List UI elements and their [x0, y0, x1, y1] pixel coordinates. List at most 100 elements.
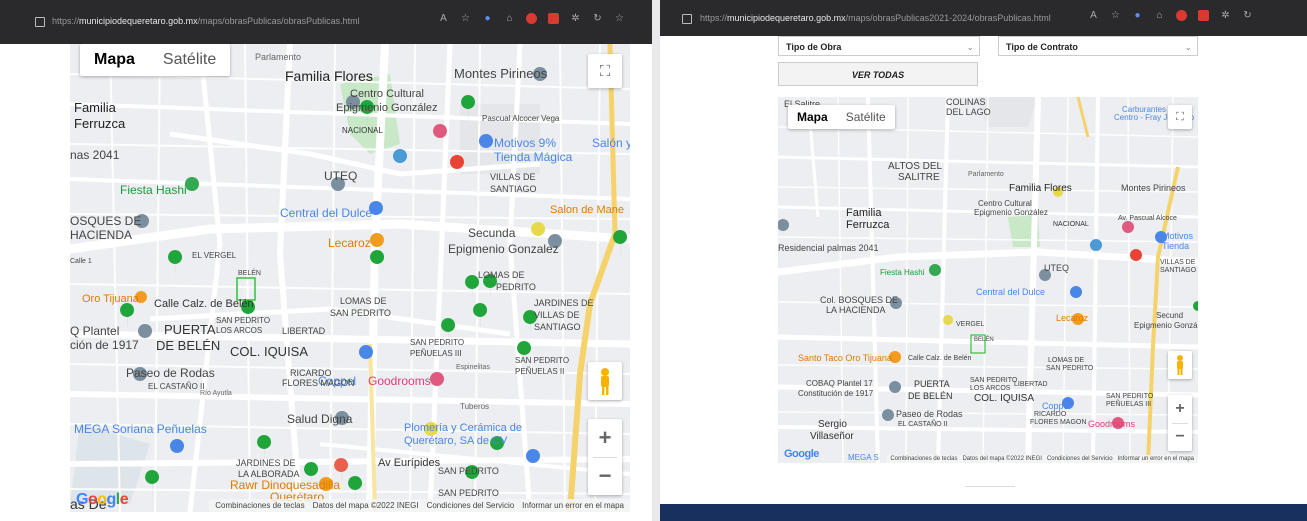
map-label: Q Plantel [70, 324, 120, 338]
report-error-link[interactable]: Informar un error en el mapa [1118, 456, 1194, 462]
left-map-type-control: Mapa Satélite [80, 44, 231, 76]
favorite-icon[interactable]: ☆ [1110, 10, 1121, 21]
zoom-in-button[interactable]: + [1168, 395, 1192, 423]
puzzle-icon[interactable]: ✲ [570, 13, 581, 24]
map-label: SAN PEDRITO [438, 466, 499, 476]
map-label: COLINAS [946, 97, 986, 107]
lock-icon [682, 14, 692, 24]
favorite-icon[interactable]: ☆ [460, 13, 471, 24]
left-extension-icons: A ☆ ● ⌂ ✲ ↻ ☆ [438, 13, 625, 24]
terms-link[interactable]: Condiciones del Servicio [1047, 456, 1113, 462]
street-view-pegman[interactable] [1168, 351, 1192, 379]
zoom-out-button[interactable]: − [1168, 423, 1192, 451]
bell-icon[interactable]: ⌂ [504, 13, 515, 24]
map-label: Tuberos [460, 402, 490, 411]
map-label: Fiesta Hashi [880, 268, 925, 277]
left-map[interactable]: Parlamento Familia Flores Montes Pirineos F… [70, 44, 630, 512]
page-footer-bar [660, 504, 1307, 521]
pegman-icon [601, 368, 609, 395]
map-label: Parlamento [968, 171, 1004, 178]
map-label: Parlamento [255, 52, 302, 62]
collections-icon[interactable]: ☆ [614, 13, 625, 24]
map-data-text: Datos del mapa ©2022 INEGI [312, 501, 419, 510]
refresh-icon[interactable]: ↻ [592, 13, 603, 24]
tipo-de-contrato-select[interactable]: Tipo de Contrato ⌄ [998, 36, 1198, 56]
left-url[interactable]: https://municipiodequeretaro.gob.mx/maps… [52, 16, 360, 26]
map-label: PUERTA [914, 379, 950, 389]
chevron-down-icon: ⌄ [966, 42, 974, 52]
map-label: OSQUES DE [70, 214, 142, 228]
extension-redsq-icon[interactable] [548, 13, 559, 24]
read-aloud-icon[interactable]: A [1088, 10, 1099, 21]
fullscreen-button[interactable]: ⛶ [1168, 105, 1192, 129]
keyboard-shortcuts-link[interactable]: Combinaciones de teclas [215, 501, 304, 510]
map-type-satellite-button[interactable]: Satélite [837, 105, 895, 129]
map-label: VERGEL [956, 321, 985, 328]
map-label: SAN PEDRITO [970, 377, 1018, 384]
left-browser-window: https://municipiodequeretaro.gob.mx/maps… [0, 0, 652, 521]
map-label: SAN PEDRITO [410, 338, 465, 347]
right-map-footer: Combinaciones de teclas Datos del mapa ©… [886, 455, 1198, 463]
zoom-control: + − [588, 419, 622, 495]
map-label: Familia [74, 100, 116, 115]
map-label: EL CASTAÑO II [148, 382, 205, 391]
zoom-control: + − [1168, 395, 1192, 451]
map-label: LOMAS DE [1048, 357, 1085, 364]
map-label: DE BELÉN [156, 338, 221, 353]
extension-red-icon[interactable] [526, 13, 537, 24]
google-logo: Google [76, 491, 129, 508]
fullscreen-icon: ⛶ [599, 62, 611, 80]
extension-blue-icon[interactable]: ● [1132, 10, 1143, 21]
right-url[interactable]: https://municipiodequeretaro.gob.mx/maps… [700, 13, 1051, 23]
map-label: BELÉN [238, 270, 261, 277]
map-label: RICARDO [290, 368, 332, 378]
map-label: FLORES MAGON [1030, 419, 1087, 426]
map-label: LIBERTAD [282, 326, 326, 336]
extension-redsq-icon[interactable] [1198, 10, 1209, 21]
map-label: Lecaroz [328, 236, 371, 250]
extension-blue-icon[interactable]: ● [482, 13, 493, 24]
separator-line [965, 486, 1015, 487]
fullscreen-button[interactable]: ⛶ [588, 54, 622, 88]
map-label: Plomería y Cerámica de [404, 422, 522, 434]
map-label: Tienda Mágica [494, 150, 573, 164]
refresh-icon[interactable]: ↻ [1242, 10, 1253, 21]
zoom-separator [593, 457, 617, 458]
zoom-out-button[interactable]: − [588, 457, 622, 495]
map-label: LOMAS DE [340, 296, 387, 306]
map-label: Río Ayutla [200, 390, 232, 397]
map-label: Epigmenio Gonzál [1134, 321, 1198, 330]
map-label: Paseo de Rodas [126, 366, 215, 380]
keyboard-shortcuts-link[interactable]: Combinaciones de teclas [890, 456, 957, 462]
map-label: Familia Flores [285, 68, 373, 84]
puzzle-icon[interactable]: ✲ [1220, 10, 1231, 21]
right-map[interactable]: El Salitre COLINAS DEL LAGO Carburantes del… [778, 97, 1198, 463]
map-label: Salud Digna [287, 412, 353, 426]
ver-todas-button[interactable]: VER TODAS [778, 62, 978, 86]
map-label: FLORES MAGON [282, 378, 355, 388]
map-label: Oro Tijuana [82, 293, 139, 305]
map-label: Residencial palmas 2041 [778, 243, 879, 253]
street-view-pegman[interactable] [588, 362, 622, 400]
terms-link[interactable]: Condiciones del Servicio [427, 501, 515, 510]
map-label: Villaseñor [810, 431, 854, 442]
zoom-in-button[interactable]: + [588, 419, 622, 457]
report-error-link[interactable]: Informar un error en el mapa [522, 501, 624, 510]
tipo-de-obra-select[interactable]: Tipo de Obra ⌄ [778, 36, 980, 56]
left-map-footer: Combinaciones de teclas Datos del mapa ©… [209, 499, 630, 512]
map-label: Goodrooms [368, 374, 431, 388]
google-logo: Google [784, 448, 819, 460]
map-label: Salón y [592, 136, 630, 150]
map-label: Montes Pirineos [454, 66, 548, 81]
map-label: SANTIAGO [1160, 267, 1197, 274]
map-type-map-button[interactable]: Mapa [80, 44, 149, 76]
map-label: LA HACIENDA [826, 305, 886, 315]
map-label: Tienda [1162, 241, 1190, 251]
read-aloud-icon[interactable]: A [438, 13, 449, 24]
map-type-satellite-button[interactable]: Satélite [149, 44, 230, 76]
extension-red-icon[interactable] [1176, 10, 1187, 21]
map-label: Montes Pirineos [1121, 183, 1186, 193]
map-type-map-button[interactable]: Mapa [788, 105, 837, 129]
bell-icon[interactable]: ⌂ [1154, 10, 1165, 21]
map-label: MEGA S [848, 453, 879, 462]
